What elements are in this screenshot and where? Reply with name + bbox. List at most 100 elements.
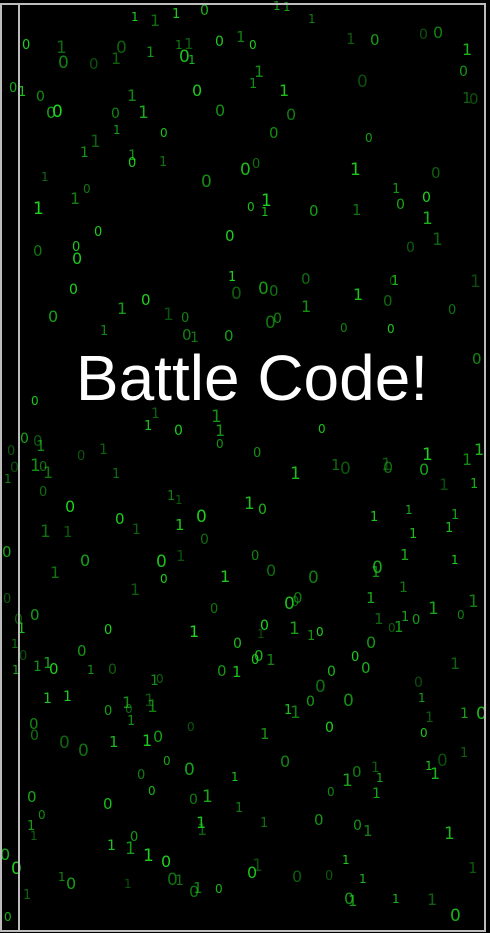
binary-glyph: 1 xyxy=(460,706,469,722)
binary-glyph: 0 xyxy=(14,612,23,628)
binary-glyph: 0 xyxy=(387,322,395,336)
binary-glyph: 1 xyxy=(125,839,136,859)
binary-glyph: 1 xyxy=(58,870,66,884)
binary-glyph: 0 xyxy=(30,728,39,744)
binary-glyph: 1 xyxy=(450,654,461,673)
binary-glyph: 0 xyxy=(357,72,368,92)
binary-glyph: 0 xyxy=(148,784,156,798)
binary-glyph: 1 xyxy=(132,522,141,538)
binary-glyph: 1 xyxy=(127,714,136,729)
binary-glyph: 0 xyxy=(111,106,120,122)
binary-glyph: 1 xyxy=(468,859,478,877)
binary-glyph: 0 xyxy=(77,642,87,660)
binary-glyph: 1 xyxy=(175,516,185,534)
binary-glyph: 1 xyxy=(99,442,108,458)
binary-glyph: 1 xyxy=(399,580,408,596)
binary-glyph: 0 xyxy=(11,859,22,879)
binary-glyph: 1 xyxy=(90,132,101,152)
binary-glyph: 1 xyxy=(11,637,19,651)
binary-glyph: 1 xyxy=(235,801,244,816)
binary-glyph: 1 xyxy=(138,103,149,123)
binary-glyph: 0 xyxy=(210,602,219,617)
binary-glyph: 1 xyxy=(100,324,109,339)
binary-glyph: 1 xyxy=(307,629,316,644)
binary-glyph: 0 xyxy=(225,227,235,245)
binary-glyph: 0 xyxy=(366,633,377,652)
binary-glyph: 1 xyxy=(159,155,168,170)
binary-glyph: 1 xyxy=(175,493,183,507)
binary-glyph: 1 xyxy=(70,189,81,208)
binary-glyph: 1 xyxy=(301,297,312,316)
binary-glyph: 1 xyxy=(427,890,438,909)
binary-glyph: 1 xyxy=(36,437,46,455)
binary-glyph: 0 xyxy=(266,561,277,580)
game-title: Battle Code! xyxy=(75,342,429,414)
binary-glyph: 0 xyxy=(163,754,171,768)
binary-glyph: 0 xyxy=(39,485,48,500)
binary-glyph: 0 xyxy=(231,284,242,304)
binary-glyph: 1 xyxy=(432,230,443,250)
binary-glyph: 0 xyxy=(161,852,172,871)
binary-glyph: 1 xyxy=(142,731,153,750)
binary-glyph: 1 xyxy=(193,879,203,897)
binary-glyph: 0 xyxy=(420,726,428,740)
binary-glyph: 1 xyxy=(405,503,413,517)
binary-glyph: 0 xyxy=(160,572,168,586)
binary-glyph: 1 xyxy=(143,846,154,866)
binary-glyph: 0 xyxy=(72,240,81,255)
binary-glyph: 0 xyxy=(27,788,37,806)
binary-glyph: 0 xyxy=(104,704,113,719)
binary-glyph: 1 xyxy=(400,546,410,564)
binary-glyph: 1 xyxy=(451,508,460,523)
binary-glyph: 0 xyxy=(77,449,86,464)
binary-glyph: 0 xyxy=(422,190,431,206)
binary-glyph: 0 xyxy=(160,126,168,140)
binary-glyph: 0 xyxy=(437,751,448,771)
binary-glyph: 0 xyxy=(325,720,334,736)
binary-glyph: 0 xyxy=(46,103,57,122)
binary-glyph: 1 xyxy=(163,305,174,325)
binary-glyph: 0 xyxy=(33,242,43,260)
binary-glyph: 0 xyxy=(249,38,257,52)
binary-glyph: 1 xyxy=(474,440,485,459)
binary-glyph: 0 xyxy=(200,532,209,548)
binary-glyph: 0 xyxy=(284,594,295,614)
binary-glyph: 1 xyxy=(63,523,73,541)
binary-glyph: 1 xyxy=(260,816,269,831)
binary-glyph: 0 xyxy=(327,664,336,680)
binary-glyph: 0 xyxy=(247,200,255,214)
binary-glyph: 0 xyxy=(103,795,113,813)
binary-glyph: 0 xyxy=(316,625,324,639)
binary-glyph: 1 xyxy=(342,853,350,867)
binary-glyph: 1 xyxy=(376,771,384,785)
binary-glyph: 0 xyxy=(252,157,261,172)
binary-glyph: 1 xyxy=(131,10,139,24)
binary-glyph: 0 xyxy=(325,869,334,884)
binary-glyph: 0 xyxy=(184,760,195,780)
binary-glyph: 1 xyxy=(425,710,434,726)
binary-glyph: 1 xyxy=(23,888,32,903)
binary-glyph: 0 xyxy=(406,240,415,256)
binary-glyph: 0 xyxy=(318,422,326,436)
binary-glyph: 1 xyxy=(33,659,42,675)
binary-glyph: 1 xyxy=(444,824,455,844)
binary-glyph: 1 xyxy=(109,733,119,751)
binary-glyph: 1 xyxy=(352,201,362,219)
binary-glyph: 1 xyxy=(273,0,281,13)
binary-glyph: 1 xyxy=(363,822,373,840)
binary-glyph: 0 xyxy=(69,282,78,298)
binary-glyph: 1 xyxy=(111,49,122,68)
binary-glyph: 0 xyxy=(433,23,444,42)
binary-glyph: 1 xyxy=(40,522,51,542)
binary-glyph: 1 xyxy=(146,45,155,61)
binary-glyph: 1 xyxy=(462,40,473,59)
binary-glyph: 1 xyxy=(176,547,186,565)
game-screen: 1100100000000010111110010110101111101101… xyxy=(0,0,490,933)
binary-glyph: 0 xyxy=(187,720,195,734)
binary-glyph: 0 xyxy=(365,131,373,145)
binary-glyph: 0 xyxy=(253,446,262,461)
binary-glyph: 0 xyxy=(156,672,164,686)
binary-glyph: 0 xyxy=(459,64,468,80)
binary-glyph: 1 xyxy=(113,123,121,137)
binary-glyph: 1 xyxy=(409,527,418,542)
